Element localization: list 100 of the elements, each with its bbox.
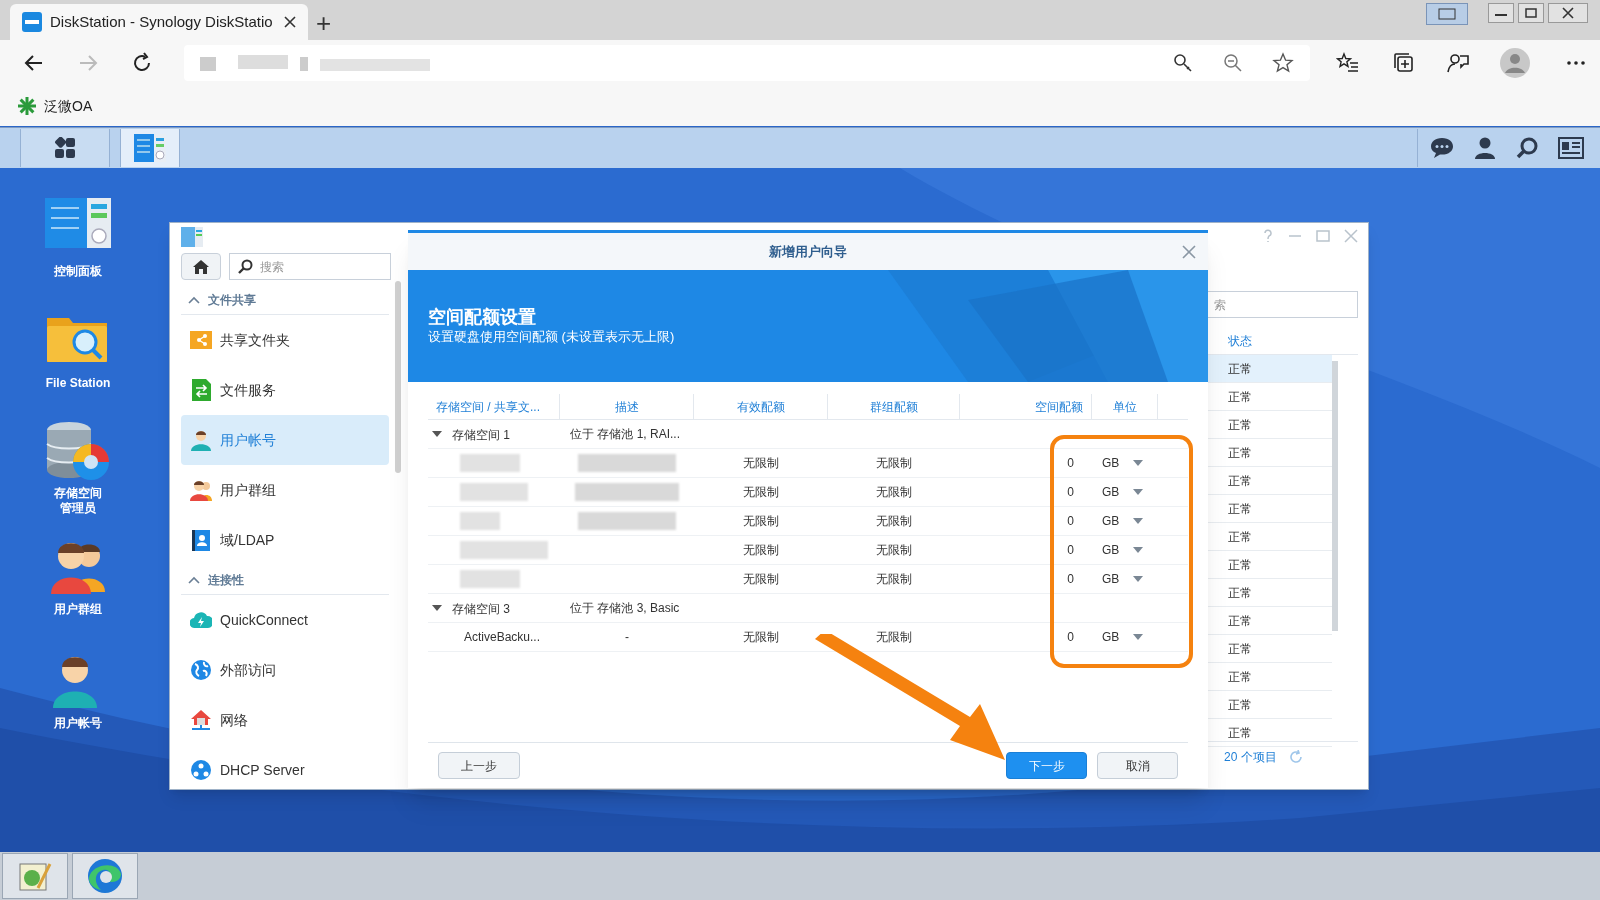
cancel-button[interactable]: 取消 (1097, 752, 1178, 779)
column-header[interactable]: 描述 (614, 397, 639, 416)
quota-field[interactable]: 0 (1067, 483, 1074, 501)
blurred-text (460, 483, 528, 501)
avatar-icon[interactable] (1500, 48, 1530, 78)
tab-title: DiskStation - Synology DiskStatio (50, 11, 274, 32)
blurred-text (460, 454, 520, 472)
house-network-icon (190, 709, 212, 731)
bookmark-link[interactable]: 泛微OA (18, 95, 93, 117)
desktop-icon-label[interactable]: 用户帐号 (54, 716, 102, 731)
sidebar-item-label: 域/LDAP (220, 530, 275, 550)
database-chart-icon[interactable] (45, 420, 111, 480)
close-icon[interactable] (284, 16, 296, 28)
quota-field[interactable]: 0 (1067, 570, 1074, 588)
group-description: 位于 存储池 1, RAI... (570, 426, 680, 443)
collapse-icon[interactable] (432, 605, 442, 611)
chat-icon[interactable] (1430, 137, 1454, 159)
table-cell-text: 无限制 (743, 513, 779, 530)
search-field[interactable]: 搜索 (229, 253, 391, 280)
unit-dropdown[interactable]: GB (1102, 628, 1144, 646)
section-header[interactable]: 连接性 (181, 565, 389, 595)
close-icon[interactable] (1548, 3, 1588, 23)
sidebar-item[interactable]: QuickConnect (181, 595, 389, 645)
collapse-icon (188, 575, 200, 584)
unit-dropdown[interactable]: GB (1102, 454, 1144, 472)
table-cell-text: ActiveBacku... (464, 629, 541, 646)
feedback-icon[interactable] (1446, 51, 1470, 75)
banner-title: 空间配额设置 (428, 306, 537, 328)
quota-field[interactable]: 0 (1067, 512, 1074, 530)
table-cell-text: 无限制 (876, 455, 912, 472)
sidebar-item-label: 共享文件夹 (220, 330, 290, 350)
sidebar-item[interactable]: 用户群组 (181, 465, 389, 515)
column-header[interactable]: 空间配额 (1035, 397, 1083, 416)
desktop-icon-label[interactable]: 控制面板 (54, 264, 102, 279)
control-panel-icon (134, 134, 166, 162)
quota-field[interactable]: 0 (1067, 541, 1074, 559)
widgets-icon[interactable] (1558, 137, 1584, 159)
file-transfer-icon (190, 379, 212, 401)
taskbar-app-button[interactable] (120, 129, 180, 167)
home-button[interactable] (181, 253, 221, 280)
column-header[interactable]: 群组配额 (869, 397, 918, 416)
browser-icon (87, 858, 123, 894)
section-header[interactable]: 文件共享 (181, 285, 389, 315)
sidebar-item[interactable]: 网络 (181, 695, 389, 745)
quota-field[interactable]: 0 (1067, 628, 1074, 646)
favorites-icon[interactable] (1336, 51, 1360, 75)
item-count: 20 个项目 (1224, 748, 1277, 766)
browser-tab[interactable]: DiskStation - Synology DiskStatio (10, 4, 308, 40)
column-header[interactable]: 存储空间 / 共享文... (436, 397, 540, 416)
sidebar-item[interactable]: DHCP Server (181, 745, 389, 789)
table-cell-text: 正常 (1228, 444, 1252, 462)
sidebar-item-label: DHCP Server (220, 760, 305, 780)
unit-dropdown[interactable]: GB (1102, 541, 1144, 559)
collapse-icon (188, 295, 200, 304)
back-button[interactable]: 上一步 (438, 752, 520, 779)
sidebar-item[interactable]: 文件服务 (181, 365, 389, 415)
desktop-icon-label[interactable]: 用户群组 (54, 602, 102, 617)
unit-dropdown[interactable]: GB (1102, 570, 1144, 588)
new-tab-button[interactable]: + (316, 10, 332, 36)
table-cell-text: 正常 (1228, 556, 1252, 574)
dialog-title: 新增用户向导 (769, 242, 847, 261)
sidebar-item[interactable]: 用户帐号 (181, 415, 389, 465)
collapse-icon[interactable] (432, 431, 442, 437)
sidebar-item[interactable]: 外部访问 (181, 645, 389, 695)
star-icon[interactable] (1272, 52, 1294, 74)
zoom-out-icon[interactable] (1222, 52, 1244, 74)
sidebar-item-label: 用户群组 (220, 480, 276, 500)
unit-dropdown[interactable]: GB (1102, 483, 1144, 501)
table-cell-text: 无限制 (876, 571, 912, 588)
globe-icon (190, 659, 212, 681)
main-menu-button[interactable] (20, 129, 110, 167)
table-cell-text: 无限制 (876, 629, 912, 646)
contact-book-icon (190, 529, 212, 551)
column-header[interactable]: 有效配额 (736, 397, 785, 416)
key-icon[interactable] (1172, 52, 1194, 74)
desktop-icon-label[interactable]: 存储空间 管理员 (54, 486, 102, 516)
desktop-icon-label[interactable]: File Station (45, 376, 111, 391)
more-icon[interactable] (1566, 60, 1586, 66)
sidebar-item[interactable]: 域/LDAP (181, 515, 389, 565)
unit-value: GB (1102, 455, 1120, 472)
bookmark-label: 泛微OA (44, 96, 93, 116)
table-cell-text: 正常 (1228, 360, 1252, 378)
search-icon (237, 259, 253, 275)
taskbar-app-button[interactable] (72, 853, 138, 899)
site-icon (22, 12, 42, 32)
collections-icon[interactable] (1392, 51, 1416, 75)
maximize-icon[interactable] (1518, 3, 1544, 23)
caret-icon (1133, 634, 1144, 640)
table-cell-text: 无限制 (743, 542, 779, 559)
sidebar-item[interactable]: 共享文件夹 (181, 315, 389, 365)
user-icon[interactable] (1474, 137, 1496, 159)
table-cell-text: 正常 (1228, 640, 1252, 658)
search-icon[interactable] (1516, 137, 1538, 159)
minimize-icon[interactable] (1488, 3, 1514, 23)
network-nodes-icon (190, 759, 212, 781)
table-cell-text: 无限制 (876, 513, 912, 530)
column-header[interactable]: 单位 (1112, 397, 1137, 416)
unit-dropdown[interactable]: GB (1102, 512, 1144, 530)
quota-field[interactable]: 0 (1067, 454, 1074, 472)
column-header[interactable]: 状态 (1228, 331, 1252, 350)
